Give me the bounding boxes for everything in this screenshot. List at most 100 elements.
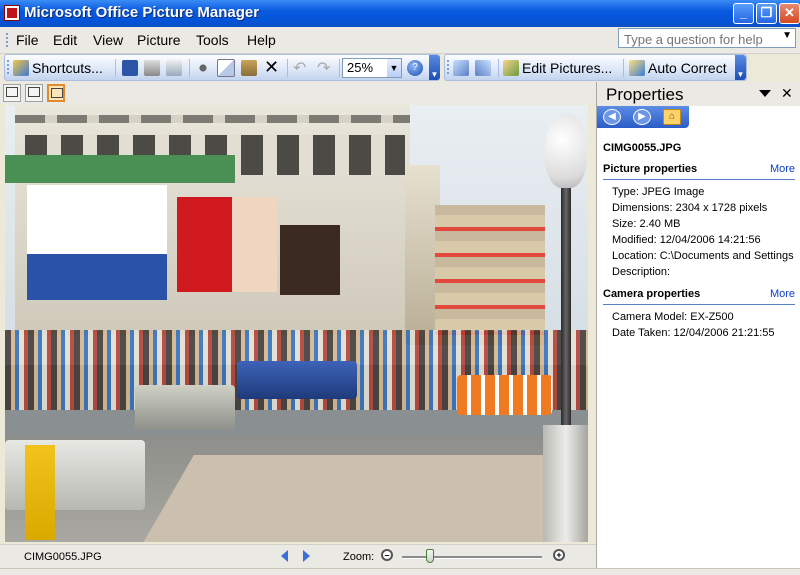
toolbar-grip-handle[interactable] xyxy=(447,60,452,74)
help-button[interactable]: ? xyxy=(407,58,423,77)
auto-correct-button[interactable]: Auto Correct xyxy=(629,58,727,77)
pane-back-icon[interactable]: ◀ xyxy=(603,109,621,125)
maximize-button[interactable]: ❐ xyxy=(756,3,777,24)
cut-button[interactable] xyxy=(195,58,211,77)
photo-person-yellow-shirt xyxy=(25,445,55,540)
rotate-right-button[interactable] xyxy=(475,58,491,77)
zoom-slider-track[interactable] xyxy=(402,556,542,559)
toolbar-options-chevron-icon[interactable]: ▼ xyxy=(429,55,440,80)
copy-icon xyxy=(217,58,235,77)
undo-button[interactable]: ↶ xyxy=(293,58,306,77)
menu-file[interactable]: File xyxy=(16,32,39,48)
paste-button[interactable] xyxy=(241,58,257,77)
copy-button[interactable] xyxy=(217,58,235,77)
thumbnail-view-icon xyxy=(6,87,18,97)
menu-view[interactable]: View xyxy=(93,32,123,48)
zoom-slider-thumb[interactable] xyxy=(425,549,434,563)
zoom-in-icon[interactable]: + xyxy=(553,549,565,561)
zoom-dropdown-arrow-icon[interactable]: ▼ xyxy=(387,59,401,77)
picture-properties-title: Picture properties xyxy=(603,163,698,175)
menu-edit[interactable]: Edit xyxy=(53,32,77,48)
properties-pane: Properties ✕ ◀ ▶ ⌂ CIMG0055.JPG Picture … xyxy=(596,82,800,568)
print-icon xyxy=(144,59,160,76)
zoom-label: Zoom: xyxy=(343,551,375,563)
shortcuts-icon xyxy=(13,59,29,76)
shortcuts-button[interactable]: Shortcuts... xyxy=(13,58,103,77)
toolbar-separator xyxy=(498,59,499,77)
property-description: Description: xyxy=(612,266,671,278)
photo-lamp-post xyxy=(561,175,571,445)
properties-pane-title: Properties xyxy=(606,85,684,104)
print-button[interactable] xyxy=(144,58,160,77)
picture-toolbar: Edit Pictures... Auto Correct ▼ xyxy=(444,54,747,81)
photo-pickup-truck-blue xyxy=(237,361,357,399)
camera-properties-more-link[interactable]: More xyxy=(770,288,795,300)
close-button[interactable]: ✕ xyxy=(779,3,800,24)
zoom-select[interactable]: 25% ▼ xyxy=(342,58,402,78)
rotate-right-icon xyxy=(475,59,491,76)
thumbnail-view-button[interactable] xyxy=(3,84,21,102)
menu-help[interactable]: Help xyxy=(247,32,276,48)
help-question-input[interactable] xyxy=(622,30,776,48)
toolbar-grip-handle[interactable] xyxy=(7,60,12,74)
redo-button[interactable]: ↷ xyxy=(317,58,330,77)
photo-billboard-left xyxy=(27,185,167,300)
help-dropdown-arrow-icon[interactable]: ▼ xyxy=(782,30,792,41)
scissors-icon xyxy=(195,59,211,76)
zoom-select-value: 25% xyxy=(347,60,374,75)
property-camera-model: Camera Model: EX-Z500 xyxy=(612,311,734,323)
undo-icon: ↶ xyxy=(293,59,307,77)
delete-button[interactable]: ✕ xyxy=(264,57,279,77)
redo-icon: ↷ xyxy=(317,59,331,77)
photo-pickup-truck-gray xyxy=(135,385,235,430)
status-bar: CIMG0055.JPG Zoom: – + xyxy=(0,544,596,569)
property-dimensions: Dimensions: 2304 x 1728 pixels xyxy=(612,202,768,214)
filmstrip-view-icon xyxy=(28,87,40,97)
view-mode-bar xyxy=(0,82,596,104)
property-date-taken: Date Taken: 12/04/2006 21:21:55 xyxy=(612,327,775,339)
previous-picture-icon[interactable] xyxy=(281,550,288,562)
shortcuts-label: Shortcuts... xyxy=(32,59,103,76)
pane-home-icon[interactable]: ⌂ xyxy=(663,109,681,125)
help-question-icon: ? xyxy=(407,59,423,76)
paste-icon xyxy=(241,59,257,76)
toolbar-separator xyxy=(189,59,190,77)
photo-building-windows xyxy=(15,115,410,123)
photo-lamp-base xyxy=(543,425,588,542)
picture-preview[interactable] xyxy=(5,105,588,542)
pane-close-icon[interactable]: ✕ xyxy=(781,85,793,102)
help-question-box[interactable]: ▼ xyxy=(618,28,796,48)
photo-green-awning xyxy=(5,155,235,183)
properties-pane-header: Properties ✕ xyxy=(597,82,800,106)
next-picture-icon[interactable] xyxy=(303,550,310,562)
email-button[interactable] xyxy=(166,58,182,77)
filmstrip-view-button[interactable] xyxy=(25,84,43,102)
camera-properties-title: Camera properties xyxy=(603,288,701,300)
picture-properties-more-link[interactable]: More xyxy=(770,163,795,175)
menu-tools[interactable]: Tools xyxy=(196,32,229,48)
toolbar-options-chevron-icon[interactable]: ▼ xyxy=(735,55,746,80)
rotate-left-button[interactable] xyxy=(453,58,469,77)
edit-pictures-button[interactable]: Edit Pictures... xyxy=(503,58,612,77)
single-picture-view-button[interactable] xyxy=(47,84,65,102)
save-button[interactable] xyxy=(122,58,138,77)
property-type: Type: JPEG Image xyxy=(612,186,705,198)
toolbar-separator xyxy=(339,59,340,77)
auto-correct-icon xyxy=(629,59,645,76)
rotate-left-icon xyxy=(453,59,469,76)
photo-lamp-globe xyxy=(545,113,587,188)
menu-grip-handle[interactable] xyxy=(6,33,11,47)
pane-menu-dropdown-icon[interactable] xyxy=(759,90,771,97)
menu-picture[interactable]: Picture xyxy=(137,32,181,48)
single-picture-view-icon xyxy=(51,88,63,98)
picture-manager-app-icon xyxy=(4,5,20,21)
pane-navigation-bar: ◀ ▶ ⌂ xyxy=(597,106,689,128)
save-icon xyxy=(122,59,138,76)
pane-forward-icon[interactable]: ▶ xyxy=(633,109,651,125)
photo-traffic-barriers xyxy=(457,375,552,415)
minimize-button[interactable]: _ xyxy=(733,3,754,24)
zoom-out-icon[interactable]: – xyxy=(381,549,393,561)
property-modified: Modified: 12/04/2006 14:21:56 xyxy=(612,234,761,246)
photo-sidewalk xyxy=(136,455,588,542)
camera-properties-header: Camera properties More xyxy=(603,288,795,305)
